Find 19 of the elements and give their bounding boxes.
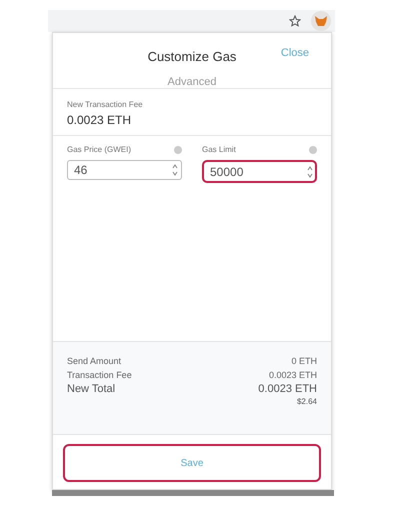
fiat-value: $2.64 [296,397,317,406]
spinner-icon[interactable] [172,163,178,177]
field-label: Gas Limit [202,144,236,156]
star-icon[interactable] [289,15,301,27]
summary-label: Send Amount [67,355,122,368]
number-field[interactable]: 50000 [202,160,317,183]
subtitle: Advanced [168,75,216,90]
summary-label: New Total [67,382,116,396]
number-field[interactable]: 46 [67,160,182,180]
fee-value: 0.0023 ETH [67,112,132,129]
fox-icon[interactable] [311,11,331,31]
summary-value: 0.0023 ETH [258,382,317,396]
summary-value: 0.0023 ETH [268,369,317,382]
dialog-title: Customize Gas [148,48,236,66]
fee-label: New Transaction Fee [67,99,144,111]
spinner-icon[interactable] [307,164,313,178]
field-label: Gas Price (GWEI) [67,144,132,156]
summary-value: 0 ETH [291,355,317,368]
summary-label: Transaction Fee [67,369,132,382]
